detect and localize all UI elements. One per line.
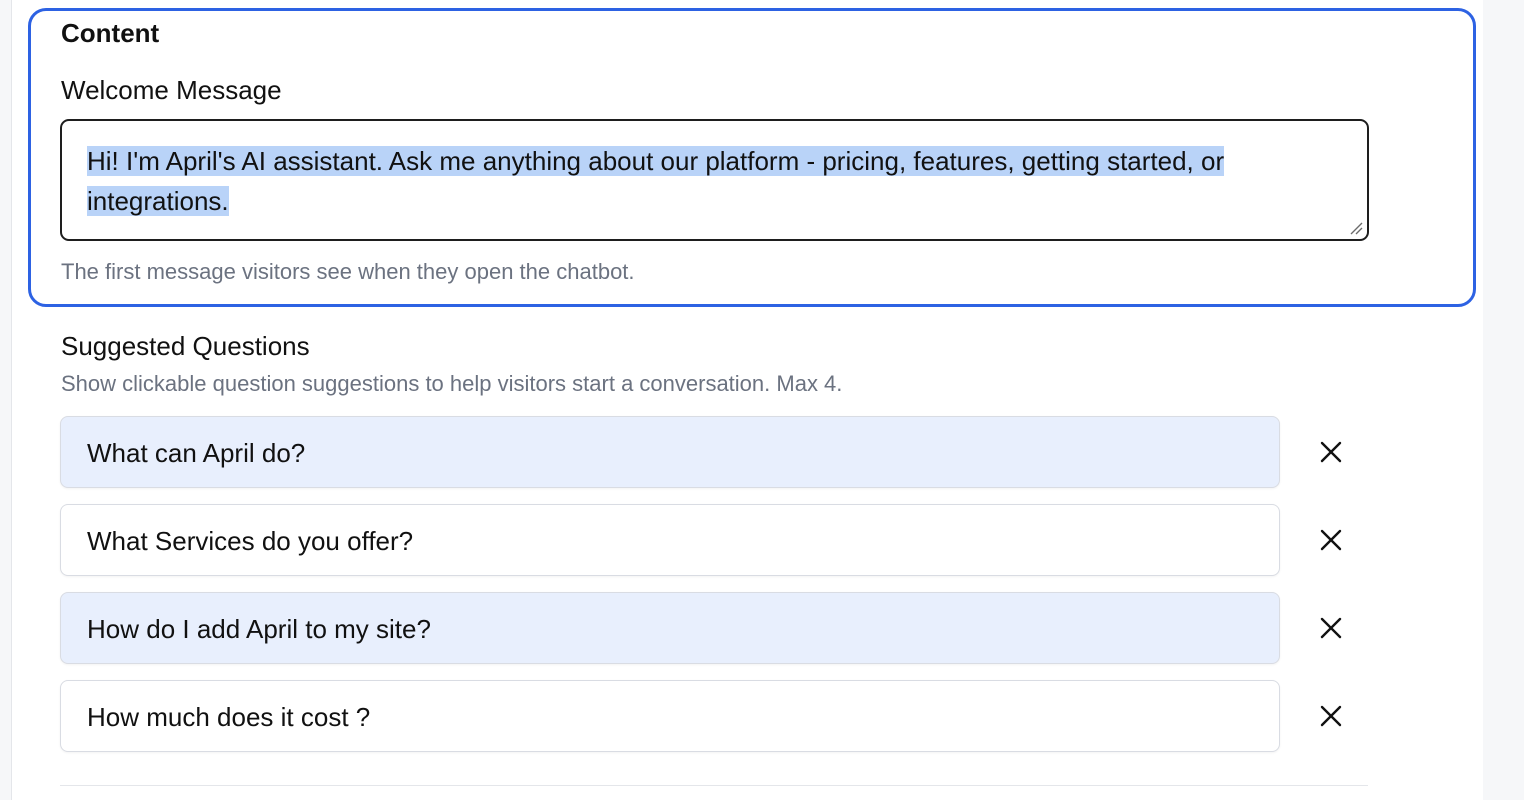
question-input[interactable]: How do I add April to my site? [60,592,1280,664]
remove-question-button[interactable] [1313,434,1349,470]
question-row: How do I add April to my site? [60,592,1280,664]
welcome-message-textarea[interactable]: Hi! I'm April's AI assistant. Ask me any… [60,119,1369,241]
suggested-questions-help: Show clickable question suggestions to h… [61,371,843,396]
remove-question-button[interactable] [1313,522,1349,558]
remove-question-button[interactable] [1313,698,1349,734]
welcome-message-label: Welcome Message [61,75,282,105]
close-icon [1320,441,1342,463]
question-row: What Services do you offer? [60,504,1280,576]
selected-text: Hi! I'm April's AI assistant. Ask me any… [87,146,1225,216]
close-icon [1320,705,1342,727]
question-text: How do I add April to my site? [87,614,431,644]
section-divider [60,785,1368,786]
question-text: What can April do? [87,438,306,468]
question-text: What Services do you offer? [87,526,414,556]
question-input[interactable]: How much does it cost ? [60,680,1280,752]
close-icon [1320,529,1342,551]
section-title: Content [61,18,160,48]
question-row: How much does it cost ? [60,680,1280,752]
remove-question-button[interactable] [1313,610,1349,646]
question-row: What can April do? [60,416,1280,488]
welcome-message-value[interactable]: Hi! I'm April's AI assistant. Ask me any… [87,141,1267,221]
suggested-questions-title: Suggested Questions [61,331,310,361]
question-text: How much does it cost ? [87,702,371,732]
settings-page: Content Welcome Message Hi! I'm April's … [0,0,1524,800]
close-icon [1320,617,1342,639]
question-input[interactable]: What can April do? [60,416,1280,488]
welcome-message-help: The first message visitors see when they… [61,259,635,284]
resize-grip-icon[interactable] [1349,221,1363,235]
question-input[interactable]: What Services do you offer? [60,504,1280,576]
